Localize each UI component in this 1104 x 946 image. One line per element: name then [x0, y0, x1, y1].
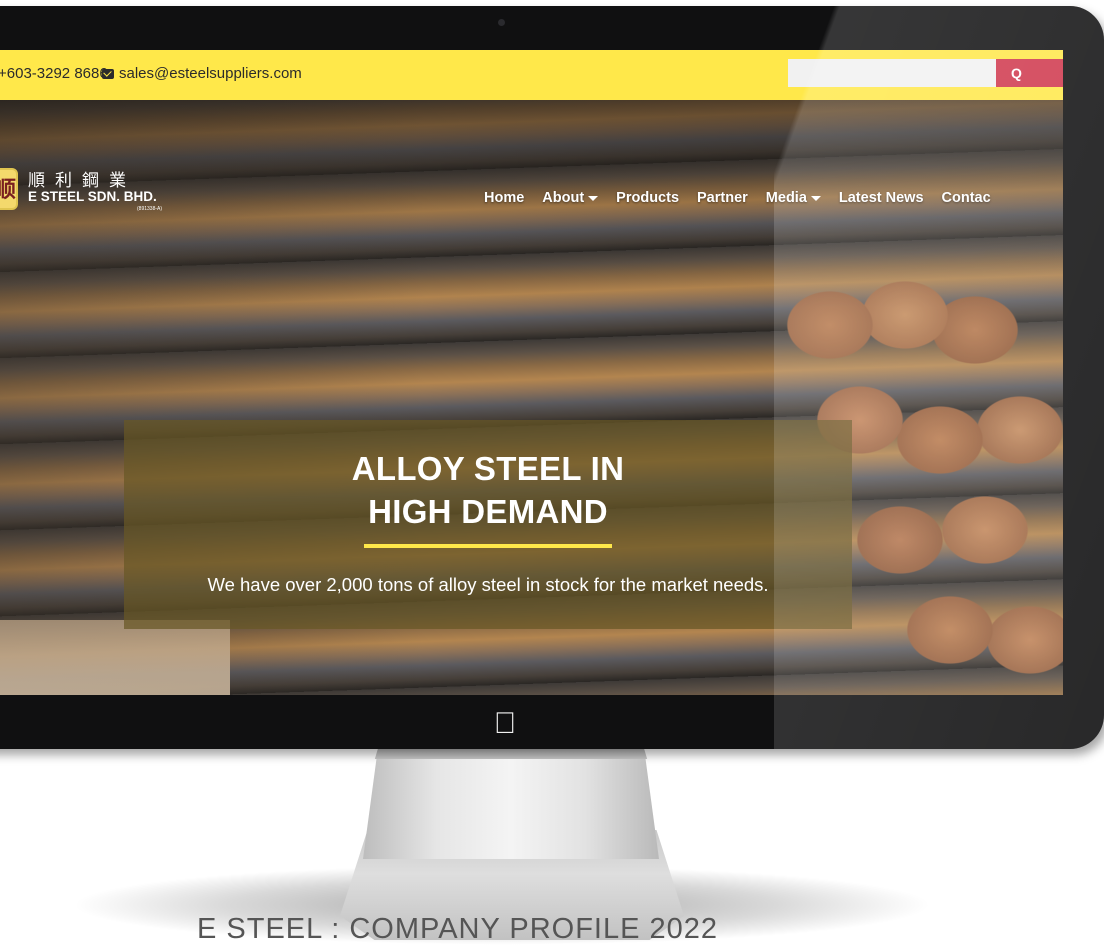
envelope-icon	[102, 68, 114, 79]
nav-home-label: Home	[484, 190, 525, 206]
search-input[interactable]	[788, 59, 996, 87]
email-link[interactable]: sales@esteelsuppliers.com	[102, 65, 302, 82]
nav-about[interactable]: About	[533, 190, 607, 206]
caret-down-icon	[588, 195, 599, 201]
monitor-stand	[363, 749, 659, 859]
phone-number[interactable]: +603-3292 8686	[0, 65, 108, 82]
camera-dot	[498, 19, 505, 26]
banner-title-line2: HIGH DEMAND	[368, 493, 608, 530]
nav-contact[interactable]: Contac	[933, 190, 1000, 206]
main-navigation: Home About Products Partner Media Latest…	[475, 190, 1000, 206]
slide-caption: E STEEL : COMPANY PROFILE 2022	[197, 913, 719, 945]
nav-home[interactable]: Home	[475, 190, 533, 206]
nav-latest-news[interactable]: Latest News	[830, 190, 933, 206]
apple-logo-icon: 	[490, 706, 520, 742]
hero-banner: ALLOY STEEL IN HIGH DEMAND We have over …	[124, 420, 852, 629]
banner-divider	[364, 544, 612, 548]
nav-media-label: Media	[765, 190, 807, 206]
nav-partner[interactable]: Partner	[688, 190, 757, 206]
nav-partner-label: Partner	[697, 190, 748, 206]
monitor-frame: +603-3292 8686 sales@esteelsuppliers.com…	[0, 6, 1104, 749]
logo-company-name[interactable]: E STEEL SDN. BHD.	[28, 189, 157, 204]
banner-subtitle: We have over 2,000 tons of alloy steel i…	[207, 574, 769, 595]
hero-floor	[0, 620, 230, 695]
logo-registration: (891338-A)	[137, 206, 163, 212]
company-logo-icon[interactable]: 顺	[0, 168, 18, 210]
logo-chinese-name: 順利鋼業	[28, 171, 136, 191]
nav-products-label: Products	[616, 190, 680, 206]
nav-about-label: About	[542, 190, 585, 206]
nav-products[interactable]: Products	[607, 190, 688, 206]
nav-latest-news-label: Latest News	[838, 190, 924, 206]
email-text[interactable]: sales@esteelsuppliers.com	[119, 65, 302, 82]
stand-hinge	[374, 749, 648, 759]
banner-title-line1: ALLOY STEEL IN	[351, 450, 625, 487]
website-screen: +603-3292 8686 sales@esteelsuppliers.com…	[0, 50, 1063, 695]
nav-contact-label: Contac	[941, 190, 991, 206]
top-contact-bar: +603-3292 8686 sales@esteelsuppliers.com…	[0, 50, 1063, 100]
nav-media[interactable]: Media	[757, 190, 830, 206]
hero-background: 顺 順利鋼業 E STEEL SDN. BHD. (891338-A) Home…	[0, 100, 1063, 695]
search-icon: Q	[1011, 65, 1022, 81]
search-button[interactable]: Q	[996, 59, 1063, 87]
caret-down-icon	[810, 195, 821, 201]
